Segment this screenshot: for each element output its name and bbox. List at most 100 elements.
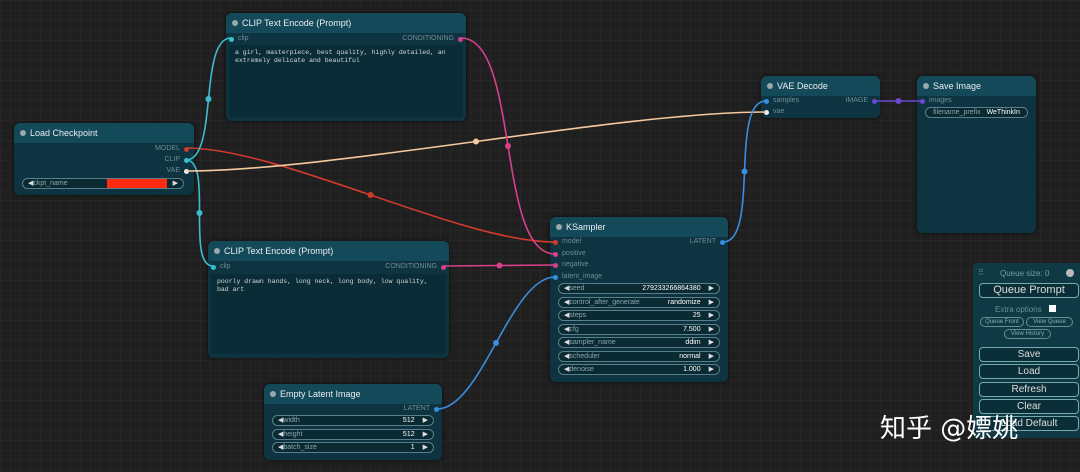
filename-prefix-widget[interactable]: filename_prefix WeThinkIn: [925, 107, 1028, 118]
right-arrow-icon[interactable]: ▶: [709, 338, 714, 347]
widget-label: control_after_generate: [569, 298, 640, 306]
input-negative[interactable]: negative: [553, 260, 588, 270]
node-clip-text-encode-negative[interactable]: CLIP Text Encode (Prompt) clip CONDITION…: [208, 241, 449, 358]
model-link: [185, 147, 556, 243]
node-empty-latent-image[interactable]: Empty Latent Image LATENT ◀ width 512 ▶ ◀ hei…: [264, 384, 442, 460]
widget-value: 1.000: [683, 366, 701, 373]
ckpt-name-value: [106, 179, 167, 188]
widget-value: 25: [692, 312, 701, 319]
input-images[interactable]: images: [920, 96, 952, 106]
widget-value: 279233266864380: [642, 285, 701, 292]
widget-label: denoise: [569, 366, 594, 373]
save-button[interactable]: Save: [979, 347, 1079, 362]
output-vae[interactable]: VAE: [167, 166, 189, 176]
widget-value: 512: [402, 417, 415, 424]
node-title[interactable]: Empty Latent Image: [264, 384, 442, 404]
right-arrow-icon[interactable]: ▶: [423, 443, 428, 452]
queue-prompt-button[interactable]: Queue Prompt: [979, 283, 1079, 298]
output-clip[interactable]: CLIP: [164, 155, 189, 165]
output-image[interactable]: IMAGE: [845, 96, 877, 106]
prompt-textarea[interactable]: a girl, masterpiece, best quality, highl…: [229, 45, 463, 117]
input-clip[interactable]: clip: [211, 262, 231, 272]
right-arrow-icon[interactable]: ▶: [709, 325, 714, 334]
clip-link-positive-midpoint[interactable]: [205, 96, 212, 102]
right-arrow-icon[interactable]: ▶: [709, 311, 714, 320]
refresh-button[interactable]: Refresh: [979, 382, 1079, 397]
widget-seed[interactable]: ◀ seed 279233266864380 ▶: [558, 283, 720, 294]
right-arrow-icon[interactable]: ▶: [423, 430, 428, 439]
right-arrow-icon[interactable]: ▶: [709, 284, 714, 293]
drag-handle-icon[interactable]: ⠿: [978, 268, 984, 277]
widget-height[interactable]: ◀ height 512 ▶: [272, 428, 434, 440]
clip-link-negative-midpoint[interactable]: [196, 210, 203, 216]
output-conditioning[interactable]: CONDITIONING: [385, 262, 446, 272]
widget-sampler-name[interactable]: ◀ sampler_name ddim ▶: [558, 337, 720, 348]
node-vae-decode[interactable]: VAE Decode samples vae IMAGE: [761, 76, 880, 118]
input-samples[interactable]: samples: [764, 96, 799, 106]
ckpt-name-widget[interactable]: ◀ ckpt_name ▶: [22, 178, 184, 189]
node-title[interactable]: VAE Decode: [761, 76, 880, 96]
node-title[interactable]: Save Image: [917, 76, 1036, 96]
load-button[interactable]: Load: [979, 364, 1079, 379]
right-arrow-icon[interactable]: ▶: [709, 352, 714, 361]
node-ksampler[interactable]: KSampler model positive negative latent_…: [550, 217, 728, 382]
conditioning-link-positive-midpoint[interactable]: [505, 143, 511, 149]
node-clip-text-encode-positive[interactable]: CLIP Text Encode (Prompt) clip CONDITION…: [226, 13, 466, 121]
widget-label: scheduler: [569, 352, 600, 360]
widget-value: ddim: [685, 339, 701, 346]
conditioning-link-positive: [460, 37, 556, 255]
view-queue-button[interactable]: View Queue: [1026, 317, 1073, 327]
conditioning-link-negative: [443, 264, 556, 267]
widget-label: seed: [569, 285, 585, 292]
input-vae[interactable]: vae: [764, 107, 784, 117]
widget-value: normal: [679, 352, 701, 360]
right-arrow-icon[interactable]: ▶: [709, 365, 714, 374]
widget-label: sampler_name: [569, 339, 616, 346]
node-load-checkpoint[interactable]: Load Checkpoint MODEL CLIP VAE ◀ ckpt_nam…: [14, 123, 194, 195]
widget-cfg[interactable]: ◀ cfg 7.500 ▶: [558, 323, 720, 335]
prompt-textarea[interactable]: poorly drawn hands, long neck, long body…: [211, 274, 446, 354]
input-latent-image[interactable]: latent_image: [553, 272, 602, 282]
widget-denoise[interactable]: ◀ denoise 1.000 ▶: [558, 364, 720, 375]
right-arrow-icon[interactable]: ▶: [709, 298, 714, 307]
widget-steps[interactable]: ◀ steps 25 ▶: [558, 310, 720, 321]
node-save-image[interactable]: Save Image images filename_prefix WeThink…: [917, 76, 1036, 233]
view-history-button[interactable]: View History: [1004, 329, 1051, 339]
output-model[interactable]: MODEL: [155, 144, 189, 154]
right-arrow-icon[interactable]: ▶: [423, 416, 428, 425]
queue-front-button[interactable]: Queue Front: [980, 317, 1024, 327]
input-clip[interactable]: clip: [229, 34, 249, 44]
widget-scheduler[interactable]: ◀ scheduler normal ▶: [558, 350, 720, 362]
latent-link-output-midpoint[interactable]: [741, 168, 748, 175]
vae-link-midpoint[interactable]: [473, 138, 479, 145]
extra-options-checkbox[interactable]: [1049, 305, 1056, 312]
node-title[interactable]: CLIP Text Encode (Prompt): [226, 13, 466, 33]
widget-value: randomize: [667, 298, 701, 306]
output-latent[interactable]: LATENT: [690, 237, 725, 247]
queue-size: Queue size: 0: [1000, 269, 1050, 278]
output-conditioning[interactable]: CONDITIONING: [402, 34, 463, 44]
image-link-midpoint[interactable]: [895, 98, 902, 104]
output-latent[interactable]: LATENT: [404, 404, 439, 414]
input-positive[interactable]: positive: [553, 249, 586, 259]
settings-gear-icon[interactable]: [1066, 269, 1074, 277]
widget-value: 512: [402, 430, 415, 438]
node-title[interactable]: CLIP Text Encode (Prompt): [208, 241, 449, 261]
widget-batch-size[interactable]: ◀ batch_size 1 ▶: [272, 442, 434, 453]
widget-value: 7.500: [683, 325, 701, 333]
widget-label: cfg: [569, 325, 579, 333]
latent-link-input-midpoint[interactable]: [493, 340, 499, 346]
conditioning-link-negative-midpoint[interactable]: [496, 262, 503, 269]
model-link-midpoint[interactable]: [367, 192, 374, 198]
input-model[interactable]: model: [553, 237, 581, 247]
right-arrow-icon[interactable]: ▶: [173, 179, 178, 188]
node-title[interactable]: Load Checkpoint: [14, 123, 194, 143]
extra-options-label: Extra options: [995, 305, 1042, 314]
latent-link-input: [436, 276, 556, 410]
widget-width[interactable]: ◀ width 512 ▶: [272, 415, 434, 426]
node-title[interactable]: KSampler: [550, 217, 728, 237]
widget-label: steps: [569, 312, 587, 319]
watermark: 知乎 @嫖姚: [880, 414, 1019, 444]
widget-control-after-generate[interactable]: ◀ control_after_generate randomize ▶: [558, 296, 720, 308]
widget-label: batch_size: [283, 444, 317, 451]
